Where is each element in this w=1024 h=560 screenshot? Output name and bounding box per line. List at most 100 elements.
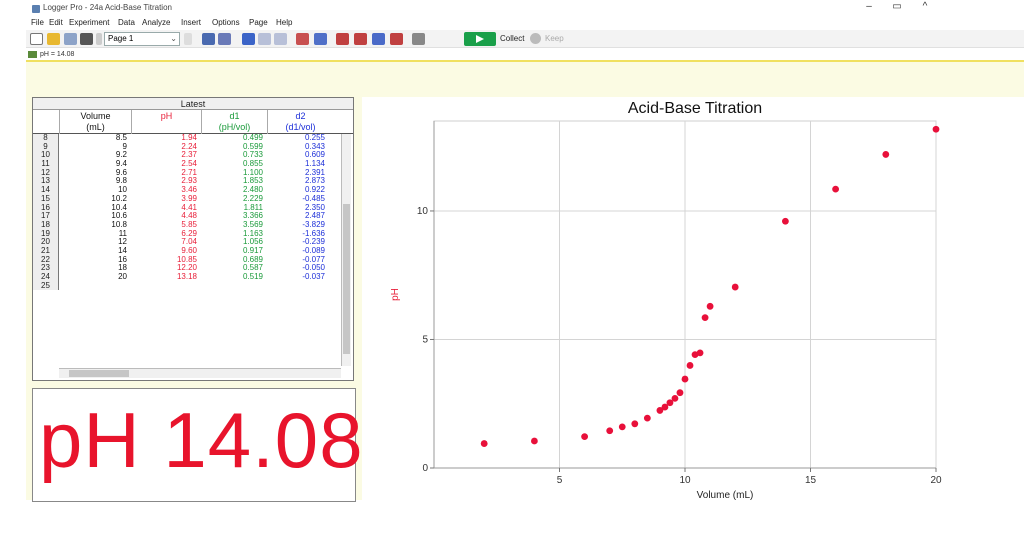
data-point bbox=[631, 420, 639, 428]
column-header-d2[interactable]: d2 (d1/vol) bbox=[267, 110, 333, 134]
page-select-value: Page 1 bbox=[108, 34, 134, 43]
data-point bbox=[701, 314, 709, 322]
page-forward-icon[interactable] bbox=[184, 33, 192, 45]
menu-data[interactable]: Data bbox=[118, 18, 135, 27]
table-rows: 8 8.5 1.94 0.499 0.255 9 9 2.24 0.599 0.343 10 9.2 2… bbox=[33, 133, 353, 291]
data-point bbox=[706, 302, 714, 310]
zoom-out-icon[interactable] bbox=[274, 33, 287, 45]
table-row[interactable]: 25 bbox=[33, 281, 353, 291]
titration-graph[interactable]: 5 10 15 20 0 5 10 Acid-Base Titration Volume (mL… bbox=[362, 97, 1024, 502]
column-header-d1[interactable]: d1 (pH/vol) bbox=[201, 110, 267, 134]
page-content: Latest Volume (mL) pH d1 (pH/vol) d2 (d1… bbox=[26, 60, 1024, 502]
autoscale-icon[interactable] bbox=[242, 33, 255, 45]
menu-analyze[interactable]: Analyze bbox=[142, 18, 170, 27]
sensor-icon bbox=[28, 50, 37, 58]
data-collection-icon[interactable] bbox=[412, 33, 425, 45]
data-point bbox=[581, 433, 588, 441]
table-icon[interactable] bbox=[202, 33, 215, 45]
d2-cell[interactable]: -0.037 bbox=[267, 272, 329, 282]
menu-experiment[interactable]: Experiment bbox=[69, 18, 109, 27]
scroll-thumb[interactable] bbox=[69, 370, 129, 377]
data-point bbox=[932, 125, 940, 133]
close-button[interactable]: ^ bbox=[918, 1, 932, 12]
graph-pane[interactable]: 5 10 15 20 0 5 10 Acid-Base Titration Volume (mL… bbox=[362, 97, 1024, 502]
minimize-button[interactable]: – bbox=[862, 1, 876, 12]
row-number: 25 bbox=[33, 281, 59, 291]
table-row[interactable]: 24 20 13.18 0.519 -0.037 bbox=[33, 272, 353, 282]
tangent-icon[interactable] bbox=[314, 33, 327, 45]
table-horizontal-scrollbar[interactable] bbox=[59, 368, 341, 378]
chart-title: Acid-Base Titration bbox=[628, 100, 762, 117]
collect-button[interactable] bbox=[464, 32, 496, 46]
data-point bbox=[882, 151, 890, 158]
x-axis-label: Volume (mL) bbox=[697, 490, 754, 501]
table-column-headers: Volume (mL) pH d1 (pH/vol) d2 (d1/vol) bbox=[33, 110, 353, 134]
data-point bbox=[782, 217, 789, 225]
print-icon[interactable] bbox=[80, 33, 93, 45]
x-tick-label: 10 bbox=[679, 475, 691, 486]
data-point bbox=[686, 362, 694, 369]
chevron-down-icon: ⌄ bbox=[170, 34, 177, 43]
data-point bbox=[832, 185, 839, 193]
menu-bar: File Edit Experiment Data Analyze Insert… bbox=[26, 18, 326, 30]
y-tick-label: 0 bbox=[422, 463, 428, 474]
ph-meter-display: pH 14.08 bbox=[32, 388, 363, 502]
curve-fit-icon[interactable] bbox=[390, 33, 403, 45]
data-point bbox=[643, 414, 651, 422]
menu-edit[interactable]: Edit bbox=[49, 18, 63, 27]
menu-options[interactable]: Options bbox=[212, 18, 240, 27]
toolbar: Page 1 ⌄ Collect Keep bbox=[26, 30, 1024, 48]
app-window: Logger Pro - 24a Acid-Base Titration – ▭… bbox=[26, 0, 1024, 510]
column-header-ph[interactable]: pH bbox=[131, 110, 201, 134]
window-title: Logger Pro - 24a Acid-Base Titration bbox=[43, 3, 172, 12]
page-back-icon[interactable] bbox=[96, 33, 102, 45]
menu-help[interactable]: Help bbox=[276, 18, 292, 27]
data-point bbox=[480, 440, 488, 447]
keep-icon bbox=[530, 33, 541, 44]
data-point bbox=[696, 349, 704, 357]
x-tick-label: 20 bbox=[930, 475, 942, 486]
save-icon[interactable] bbox=[64, 33, 77, 45]
table-group-header: Latest bbox=[33, 98, 353, 110]
volume-cell[interactable]: 8.5 bbox=[59, 133, 131, 143]
keep-label: Keep bbox=[545, 34, 564, 43]
menu-insert[interactable]: Insert bbox=[181, 18, 201, 27]
data-point bbox=[676, 389, 684, 397]
data-point bbox=[671, 394, 679, 402]
data-point bbox=[531, 437, 538, 445]
data-browser-icon[interactable] bbox=[218, 33, 231, 45]
data-point bbox=[618, 423, 626, 431]
x-tick-label: 5 bbox=[557, 475, 563, 486]
integral-icon[interactable] bbox=[336, 33, 349, 45]
statistics-icon[interactable] bbox=[354, 33, 367, 45]
linear-fit-icon[interactable] bbox=[372, 33, 385, 45]
data-table[interactable]: Latest Volume (mL) pH d1 (pH/vol) d2 (d1… bbox=[32, 97, 354, 381]
scroll-thumb[interactable] bbox=[343, 204, 350, 354]
column-header-volume[interactable]: Volume (mL) bbox=[59, 110, 131, 134]
open-folder-icon[interactable] bbox=[47, 33, 60, 45]
app-icon bbox=[32, 5, 40, 13]
y-tick-label: 5 bbox=[422, 334, 428, 345]
collect-label[interactable]: Collect bbox=[500, 34, 524, 43]
zoom-in-icon[interactable] bbox=[258, 33, 271, 45]
ph-cell[interactable]: 13.18 bbox=[131, 272, 201, 282]
data-point bbox=[606, 427, 614, 435]
menu-file[interactable]: File bbox=[31, 18, 44, 27]
y-axis-label: pH bbox=[390, 288, 401, 301]
data-point bbox=[681, 375, 689, 383]
status-line: pH = 14.08 bbox=[26, 49, 1024, 60]
maximize-button[interactable]: ▭ bbox=[890, 1, 904, 12]
y-tick-label: 10 bbox=[417, 206, 429, 217]
d1-cell[interactable]: 0.519 bbox=[201, 272, 267, 282]
examine-icon[interactable] bbox=[296, 33, 309, 45]
new-file-icon[interactable] bbox=[30, 33, 43, 45]
status-text: pH = 14.08 bbox=[40, 51, 75, 58]
table-vertical-scrollbar[interactable] bbox=[341, 134, 351, 366]
volume-cell[interactable]: 20 bbox=[59, 272, 131, 282]
title-bar: Logger Pro - 24a Acid-Base Titration – ▭… bbox=[26, 0, 1024, 18]
page-select[interactable]: Page 1 ⌄ bbox=[104, 32, 180, 46]
meter-reading: pH 14.08 bbox=[39, 396, 364, 484]
menu-page[interactable]: Page bbox=[249, 18, 268, 27]
data-point bbox=[731, 283, 739, 291]
x-tick-label: 15 bbox=[805, 475, 817, 486]
